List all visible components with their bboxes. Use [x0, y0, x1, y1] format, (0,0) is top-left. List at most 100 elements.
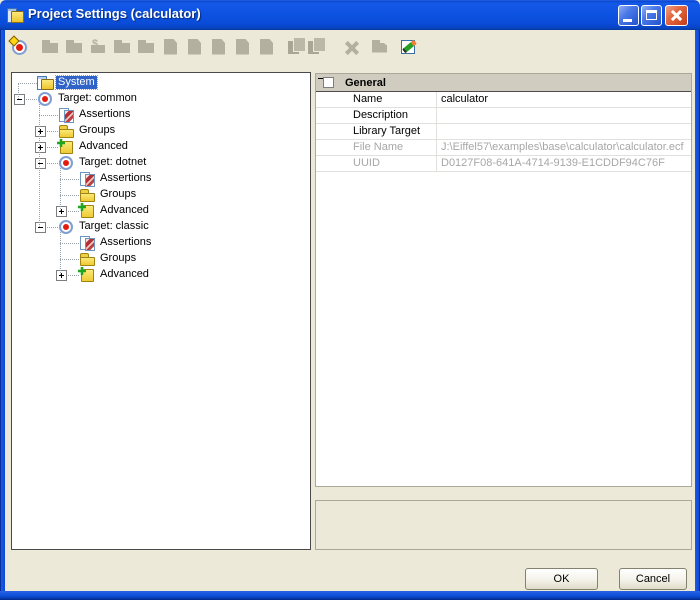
- window-frame-bottom: [0, 591, 700, 600]
- property-label: UUID: [340, 156, 437, 171]
- close-button[interactable]: [665, 5, 688, 26]
- tree-item-label: Groups: [98, 252, 138, 265]
- property-label: File Name: [340, 140, 437, 155]
- document-icon-1: [161, 37, 181, 57]
- property-label: Library Target: [340, 124, 437, 139]
- tree-connector: [60, 168, 62, 211]
- property-row-description: Description: [316, 108, 691, 124]
- tree-item-assertions[interactable]: Assertions: [12, 107, 310, 123]
- tree-item-label: Target: dotnet: [77, 156, 148, 169]
- tree-connector: [18, 83, 37, 85]
- folder-add-icon: [79, 268, 97, 282]
- document-icon-2: [185, 37, 205, 57]
- lock-icon: [370, 37, 390, 57]
- folder-add-icon: [58, 140, 76, 154]
- document-icon-4: [233, 37, 253, 57]
- folder-icon-2: [113, 37, 133, 57]
- property-row-name: Namecalculator: [316, 92, 691, 108]
- tree-item-label: Target: classic: [77, 220, 151, 233]
- tree-item-assertions[interactable]: Assertions: [12, 235, 310, 251]
- property-indent: [316, 108, 340, 123]
- tree-item-label: System: [56, 76, 97, 89]
- tree-item-label: Advanced: [98, 268, 151, 281]
- tree-item-label: Groups: [98, 188, 138, 201]
- tree-item-label: Advanced: [77, 140, 130, 153]
- titlebar: Project Settings (calculator): [0, 0, 700, 30]
- property-row-file-name: File NameJ:\Eiffel57\examples\base\calcu…: [316, 140, 691, 156]
- tree-connector: [60, 195, 79, 197]
- property-indent: [316, 140, 340, 155]
- tree-item-label: Advanced: [98, 204, 151, 217]
- folder-icon: [58, 124, 76, 138]
- section-header-general[interactable]: General: [316, 74, 691, 92]
- property-value-name[interactable]: calculator: [437, 92, 691, 107]
- tree-item-label: Assertions: [98, 172, 153, 185]
- tree-item-groups[interactable]: Groups: [12, 251, 310, 267]
- tree-item-label: Assertions: [98, 236, 153, 249]
- documents-icon-1: [287, 37, 307, 57]
- tree-item-advanced[interactable]: Advanced: [12, 267, 310, 283]
- description-panel: [315, 500, 692, 550]
- delete-x-icon: [342, 37, 362, 57]
- tree-item-target-classic[interactable]: Target: classic: [12, 219, 310, 235]
- tree-item-label: Groups: [77, 124, 117, 137]
- project-settings-window: Project Settings (calculator) System Targ…: [0, 0, 700, 600]
- tree-connector: [60, 232, 62, 275]
- property-indent: [316, 156, 340, 171]
- tree-item-groups[interactable]: Groups: [12, 123, 310, 139]
- tree-connector: [39, 115, 58, 117]
- tree-connector: [60, 179, 79, 181]
- cancel-button[interactable]: Cancel: [619, 568, 687, 590]
- window-title: Project Settings (calculator): [28, 6, 201, 21]
- settings-tree: System Target: common Assertions Groups Adva…: [11, 72, 311, 550]
- tree-item-target-dotnet[interactable]: Target: dotnet: [12, 155, 310, 171]
- new-target-icon[interactable]: [10, 37, 30, 57]
- property-indent: [316, 124, 340, 139]
- property-value-uuid: D0127F08-641A-4714-9139-E1CDDF94C76F: [437, 156, 691, 171]
- section-label: General: [345, 77, 386, 89]
- ok-button[interactable]: OK: [525, 568, 598, 590]
- folder-add-icon: [79, 204, 97, 218]
- property-row-library-target: Library Target: [316, 124, 691, 140]
- property-label: Description: [340, 108, 437, 123]
- toolbar: [4, 31, 696, 62]
- tree-item-label: Target: common: [56, 92, 139, 105]
- collapse-section-icon[interactable]: [323, 77, 334, 88]
- window-icon: [7, 7, 24, 23]
- tree-connector: [18, 83, 20, 99]
- document-icon-5: [257, 37, 277, 57]
- system-icon: [37, 76, 55, 90]
- folder-move-icon: [137, 37, 157, 57]
- documents-icon-2: [307, 37, 327, 57]
- properties-grid: General NamecalculatorDescriptionLibrary…: [315, 73, 692, 487]
- edit-pencil-icon[interactable]: [400, 37, 420, 57]
- document-icon-3: [209, 37, 229, 57]
- folder-icon: [79, 252, 97, 266]
- folder-copy-icon: [65, 37, 85, 57]
- assertions-icon: [79, 172, 97, 186]
- window-frame-left: [0, 30, 5, 591]
- property-indent: [316, 92, 340, 107]
- grid-rows: NamecalculatorDescriptionLibrary TargetF…: [316, 92, 691, 172]
- tree-item-system[interactable]: System: [12, 75, 310, 91]
- tree-connector: [60, 259, 79, 261]
- property-label: Name: [340, 92, 437, 107]
- maximize-button[interactable]: [641, 5, 662, 26]
- minimize-button[interactable]: [618, 5, 639, 26]
- folder-icon-1: [41, 37, 61, 57]
- assertions-icon: [79, 236, 97, 250]
- assertions-icon: [58, 108, 76, 122]
- tree-item-assertions[interactable]: Assertions: [12, 171, 310, 187]
- tree-item-target-common[interactable]: Target: common: [12, 91, 310, 107]
- tree-item-label: Assertions: [77, 108, 132, 121]
- tree-item-advanced[interactable]: Advanced: [12, 139, 310, 155]
- property-row-uuid: UUIDD0127F08-641A-4714-9139-E1CDDF94C76F: [316, 156, 691, 172]
- tree-connector: [39, 104, 41, 227]
- tree-item-advanced[interactable]: Advanced: [12, 203, 310, 219]
- property-value-library-target[interactable]: [437, 124, 691, 139]
- property-value-file-name: J:\Eiffel57\examples\base\calculator\cal…: [437, 140, 691, 155]
- window-frame-right: [695, 30, 700, 591]
- tree-item-groups[interactable]: Groups: [12, 187, 310, 203]
- property-value-description[interactable]: [437, 108, 691, 123]
- tree-connector: [60, 243, 79, 245]
